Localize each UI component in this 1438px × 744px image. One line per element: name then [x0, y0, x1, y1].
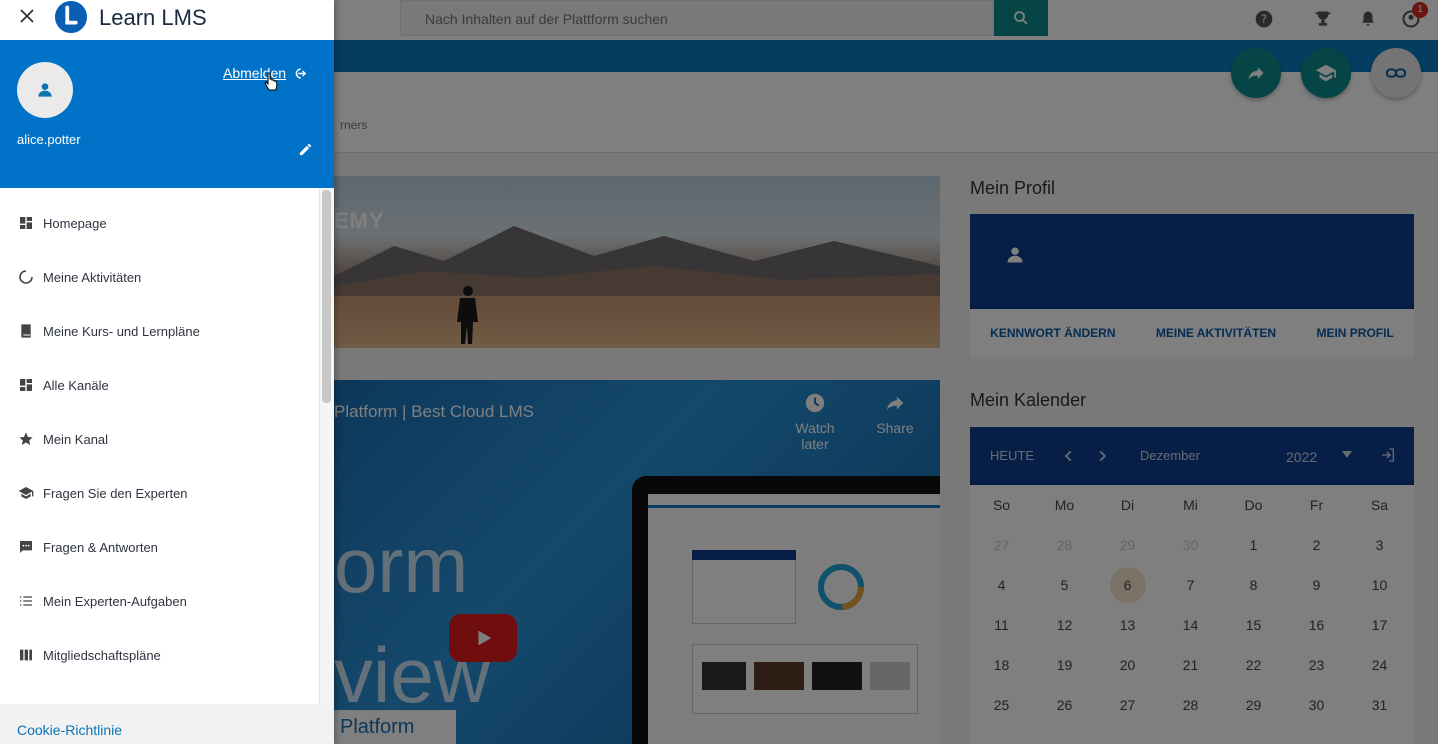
pencil-icon — [299, 143, 311, 155]
brand-name: Learn LMS — [99, 5, 207, 30]
close-icon — [20, 9, 34, 23]
menu-item[interactable]: Meine Aktivitäten — [0, 250, 318, 304]
dashboard-icon — [18, 215, 34, 231]
school-icon — [18, 485, 34, 501]
menu-item-label: Mitgliedschaftspläne — [43, 647, 161, 663]
columns-icon — [18, 647, 34, 663]
menu-scrollbar-thumb[interactable] — [322, 190, 331, 403]
menu-item-label: Fragen & Antworten — [43, 539, 158, 555]
book-icon — [18, 323, 34, 339]
cookie-policy-link[interactable]: Cookie-Richtlinie — [17, 722, 122, 738]
channels-icon — [18, 377, 34, 393]
user-panel: alice.potter Abmelden — [0, 40, 334, 188]
star-icon — [18, 431, 34, 447]
logout-icon — [295, 67, 307, 79]
menu-item[interactable]: Mein Experten-Aufgaben — [0, 574, 318, 628]
activity-icon — [18, 269, 34, 285]
edit-profile-button[interactable] — [294, 138, 316, 160]
username: alice.potter — [17, 132, 81, 147]
mouse-cursor-icon — [264, 72, 278, 91]
menu-item[interactable]: Fragen Sie den Experten — [0, 466, 318, 520]
menu-item-label: Meine Aktivitäten — [43, 269, 142, 285]
close-drawer-button[interactable] — [16, 5, 38, 27]
menu-item[interactable]: Mein Kanal — [0, 412, 318, 466]
chat-icon — [18, 539, 34, 555]
menu-item[interactable]: Alle Kanäle — [0, 358, 318, 412]
menu-item[interactable]: Meine Kurs- und Lernpläne — [0, 304, 318, 358]
menu-item-label: Fragen Sie den Experten — [43, 485, 188, 501]
menu-item[interactable]: Mitgliedschaftspläne — [0, 628, 318, 682]
menu-item-label: Mein Experten-Aufgaben — [43, 593, 187, 609]
drawer-menu: Homepage Meine Aktivitäten Meine Kurs- und… — [0, 196, 318, 704]
learn-logo-icon — [54, 0, 88, 34]
drawer-header: Learn LMS — [0, 0, 334, 40]
menu-item-label: Mein Kanal — [43, 431, 109, 447]
navigation-drawer: Learn LMS alice.potter Abmelden Homepage… — [0, 0, 334, 744]
menu-item-label: Alle Kanäle — [43, 377, 109, 393]
cookie-bar: Cookie-Richtlinie — [0, 704, 334, 744]
menu-item[interactable]: Homepage — [0, 196, 318, 250]
menu-item-label: Homepage — [43, 215, 107, 231]
menu-item-label: Meine Kurs- und Lernpläne — [43, 323, 200, 339]
person-icon — [38, 83, 52, 97]
menu-item[interactable]: Fragen & Antworten — [0, 520, 318, 574]
list-icon — [18, 593, 34, 609]
avatar — [17, 62, 73, 118]
